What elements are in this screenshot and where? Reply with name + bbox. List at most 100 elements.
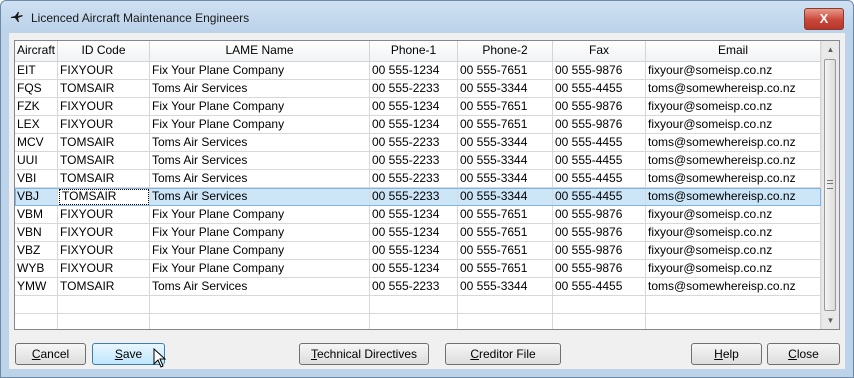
cell-email[interactable]: fixyour@someisp.co.nz [646,116,821,134]
cell-aircraft[interactable]: FQS [15,80,58,98]
up-arrow-icon[interactable]: ▲ [822,41,839,58]
cell-lame-name[interactable] [150,296,370,314]
cell-id-code[interactable]: FIXYOUR [58,260,150,278]
cell-email[interactable]: toms@somewhereisp.co.nz [646,134,821,152]
cell-id-code[interactable] [58,296,150,314]
cell-phone-2[interactable]: 00 555-7651 [458,116,553,134]
cell-phone-2[interactable]: 00 555-7651 [458,206,553,224]
cell-phone-1[interactable]: 00 555-1234 [370,260,458,278]
cell-id-code[interactable]: TOMSAIR [58,134,150,152]
cell-email[interactable] [646,314,821,329]
table-row[interactable]: YMW TOMSAIR Toms Air Services 00 555-2233 00… [15,278,821,296]
cell-email[interactable]: toms@somewhereisp.co.nz [646,188,821,206]
cell-phone-1[interactable]: 00 555-1234 [370,206,458,224]
cell-lame-name[interactable]: Toms Air Services [150,170,370,188]
cell-phone-2[interactable]: 00 555-3344 [458,134,553,152]
cell-fax[interactable]: 00 555-4455 [553,188,646,206]
cell-phone-2[interactable]: 00 555-3344 [458,80,553,98]
cell-phone-2[interactable]: 00 555-3344 [458,278,553,296]
cell-phone-1[interactable]: 00 555-2233 [370,188,458,206]
cell-id-code[interactable]: FIXYOUR [58,206,150,224]
cell-fax[interactable]: 00 555-4455 [553,278,646,296]
cell-phone-2[interactable] [458,296,553,314]
cell-fax[interactable] [553,296,646,314]
scrollbar-thumb[interactable] [824,59,836,311]
cell-fax[interactable]: 00 555-9876 [553,62,646,80]
cell-phone-2[interactable]: 00 555-7651 [458,260,553,278]
cell-phone-2[interactable]: 00 555-7651 [458,224,553,242]
cell-phone-1[interactable]: 00 555-1234 [370,98,458,116]
cell-id-code[interactable]: FIXYOUR [58,62,150,80]
table-row[interactable]: VBZ FIXYOUR Fix Your Plane Company 00 555-1… [15,242,821,260]
col-header-phone-2[interactable]: Phone-2 [458,41,553,61]
cancel-button[interactable]: Cancel [15,343,86,365]
cell-aircraft[interactable]: EIT [15,62,58,80]
cell-fax[interactable]: 00 555-4455 [553,80,646,98]
cell-lame-name[interactable]: Fix Your Plane Company [150,62,370,80]
cell-phone-1[interactable] [370,314,458,329]
col-header-fax[interactable]: Fax [553,41,646,61]
cell-email[interactable]: fixyour@someisp.co.nz [646,224,821,242]
cell-phone-1[interactable]: 00 555-1234 [370,62,458,80]
cell-fax[interactable]: 00 555-9876 [553,224,646,242]
table-row[interactable]: VBI TOMSAIR Toms Air Services 00 555-2233 00… [15,170,821,188]
cell-phone-1[interactable]: 00 555-2233 [370,170,458,188]
cell-phone-1[interactable]: 00 555-1234 [370,224,458,242]
cell-fax[interactable]: 00 555-4455 [553,152,646,170]
col-header-aircraft[interactable]: Aircraft [15,41,58,61]
cell-email[interactable]: toms@somewhereisp.co.nz [646,80,821,98]
col-header-lame-name[interactable]: LAME Name [150,41,370,61]
cell-fax[interactable]: 00 555-9876 [553,206,646,224]
table-row[interactable]: VBM FIXYOUR Fix Your Plane Company 00 555-1… [15,206,821,224]
cell-email[interactable] [646,296,821,314]
cell-fax[interactable]: 00 555-9876 [553,260,646,278]
table-row[interactable]: FZK FIXYOUR Fix Your Plane Company 00 555-1… [15,98,821,116]
cell-id-code[interactable]: TOMSAIR [58,80,150,98]
cell-fax[interactable]: 00 555-4455 [553,134,646,152]
table-row[interactable]: LEX FIXYOUR Fix Your Plane Company 00 555-1… [15,116,821,134]
cell-phone-1[interactable]: 00 555-1234 [370,116,458,134]
cell-email[interactable]: toms@somewhereisp.co.nz [646,278,821,296]
cell-id-code[interactable] [58,314,150,329]
col-header-email[interactable]: Email [646,41,821,61]
window-close-button[interactable]: X [804,8,844,30]
creditor-file-button[interactable]: Creditor File [445,343,561,365]
cell-lame-name[interactable]: Toms Air Services [150,152,370,170]
cell-aircraft[interactable]: UUI [15,152,58,170]
cell-phone-2[interactable] [458,314,553,329]
engineers-grid[interactable]: Aircraft ID Code LAME Name Phone-1 Phone… [14,40,840,330]
cell-email[interactable]: fixyour@someisp.co.nz [646,98,821,116]
cell-phone-1[interactable]: 00 555-2233 [370,278,458,296]
cell-lame-name[interactable]: Fix Your Plane Company [150,242,370,260]
cell-id-code[interactable]: TOMSAIR [58,278,150,296]
cell-fax[interactable]: 00 555-9876 [553,116,646,134]
title-bar[interactable]: Licenced Aircraft Maintenance Engineers … [1,1,853,33]
cell-aircraft[interactable]: VBZ [15,242,58,260]
cell-aircraft[interactable]: FZK [15,98,58,116]
cell-phone-2[interactable]: 00 555-7651 [458,62,553,80]
cell-lame-name[interactable]: Fix Your Plane Company [150,206,370,224]
cell-aircraft[interactable]: VBI [15,170,58,188]
cell-email[interactable]: fixyour@someisp.co.nz [646,260,821,278]
table-row[interactable] [15,314,821,329]
cell-id-code[interactable]: TOMSAIR [58,170,150,188]
cell-phone-1[interactable]: 00 555-2233 [370,152,458,170]
cell-lame-name[interactable]: Toms Air Services [150,80,370,98]
cell-fax[interactable]: 00 555-4455 [553,170,646,188]
cell-aircraft[interactable]: VBJ [15,188,58,206]
cell-id-code[interactable]: TOMSAIR [58,152,150,170]
cell-aircraft[interactable]: YMW [15,278,58,296]
cell-email[interactable]: fixyour@someisp.co.nz [646,242,821,260]
cell-email[interactable]: toms@somewhereisp.co.nz [646,152,821,170]
cell-email[interactable]: fixyour@someisp.co.nz [646,206,821,224]
cell-phone-1[interactable]: 00 555-2233 [370,134,458,152]
cell-phone-1[interactable]: 00 555-1234 [370,242,458,260]
cell-phone-1[interactable]: 00 555-2233 [370,80,458,98]
cell-lame-name[interactable]: Toms Air Services [150,188,370,206]
table-row[interactable]: UUI TOMSAIR Toms Air Services 00 555-2233 00… [15,152,821,170]
cell-id-code[interactable]: FIXYOUR [58,116,150,134]
cell-lame-name[interactable] [150,314,370,329]
cell-aircraft[interactable]: MCV [15,134,58,152]
cell-aircraft[interactable]: WYB [15,260,58,278]
table-row[interactable]: WYB FIXYOUR Fix Your Plane Company 00 555-1… [15,260,821,278]
